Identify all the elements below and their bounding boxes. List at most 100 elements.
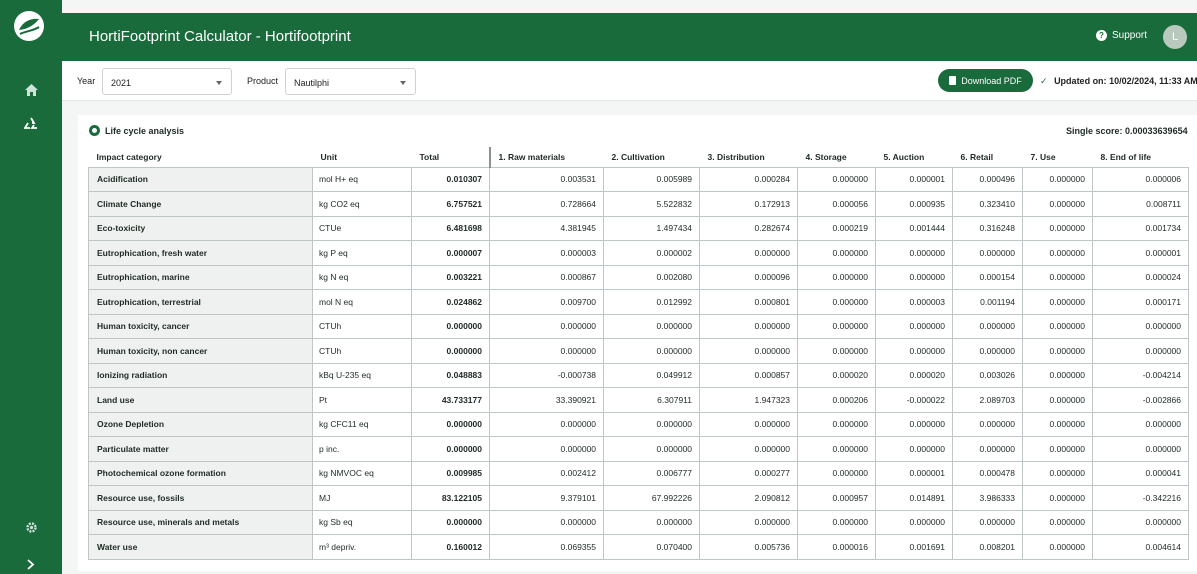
stage-value-cell: 0.000000 <box>1022 436 1093 462</box>
unit-cell: kg N eq <box>312 264 412 290</box>
stage-value-cell: 0.000000 <box>797 338 876 364</box>
chevron-down-icon <box>400 81 406 85</box>
impact-category-cell: Ozone Depletion <box>88 411 313 437</box>
total-cell: 0.000000 <box>411 313 490 339</box>
stage-value-cell: 0.001444 <box>875 215 953 241</box>
check-icon: ✓ <box>1040 76 1048 86</box>
stage-value-cell: 0.000000 <box>797 240 876 266</box>
column-header: 2. Cultivation <box>611 151 665 162</box>
stage-value-cell: 0.000000 <box>797 509 876 535</box>
stage-value-cell: 2.089703 <box>952 387 1023 413</box>
stage-value-cell: 0.003531 <box>489 166 604 192</box>
lca-table: Impact category Unit Total 1. Raw materials… <box>88 147 1189 560</box>
updated-value: 10/02/2024, 11:33 AM <box>1109 76 1197 86</box>
stage-value-cell: 0.014891 <box>875 485 953 511</box>
stage-value-cell: 9.379101 <box>489 485 604 511</box>
stage-value-cell: 0.000478 <box>952 460 1023 486</box>
stage-value-cell: 0.000000 <box>603 338 700 364</box>
support-link[interactable]: ? Support <box>1096 30 1147 41</box>
unit-cell: CTUe <box>312 215 412 241</box>
stage-value-cell: 6.307911 <box>603 387 700 413</box>
impact-category-cell: Human toxicity, non cancer <box>88 338 313 364</box>
stage-value-cell: 0.000000 <box>1092 509 1189 535</box>
product-value: Nautilphi <box>294 78 330 88</box>
gear-icon[interactable] <box>21 517 41 537</box>
column-header: 3. Distribution <box>707 151 765 162</box>
column-header: 7. Use <box>1030 151 1056 162</box>
stage-value-cell: 0.000024 <box>1092 264 1189 290</box>
stage-value-cell: 0.000857 <box>699 362 798 388</box>
stage-value-cell: 0.000000 <box>875 509 953 535</box>
stage-value-cell: 0.000867 <box>489 264 604 290</box>
stage-value-cell: 0.008711 <box>1092 191 1189 217</box>
stage-value-cell: 0.000006 <box>1092 166 1189 192</box>
impact-category-cell: Acidification <box>88 166 313 192</box>
table-body: Acidification mol H+ eq 0.010307 0.003531 0.… <box>88 166 1189 560</box>
stage-value-cell: 0.000000 <box>1022 191 1093 217</box>
year-select[interactable]: 2021 <box>102 68 232 95</box>
stage-value-cell: 0.000000 <box>952 436 1023 462</box>
table-row: Land use Pt 43.733177 33.390921 6.307911 1.94… <box>88 387 1189 413</box>
sidebar <box>0 0 62 574</box>
stage-value-cell: 0.000000 <box>952 509 1023 535</box>
total-cell: 6.757521 <box>411 191 490 217</box>
stage-value-cell: 0.000001 <box>875 166 953 192</box>
stage-value-cell: 0.000003 <box>489 240 604 266</box>
stage-value-cell: 0.000000 <box>875 411 953 437</box>
table-row: Particulate matter p inc. 0.000000 0.000000… <box>88 436 1189 462</box>
stage-value-cell: 4.381945 <box>489 215 604 241</box>
stage-value-cell: 0.000277 <box>699 460 798 486</box>
home-icon[interactable] <box>21 80 41 100</box>
unit-cell: p inc. <box>312 436 412 462</box>
table-row: Ionizing radiation kBq U-235 eq 0.048883 -0… <box>88 362 1189 388</box>
stage-value-cell: 0.172913 <box>699 191 798 217</box>
total-cell: 43.733177 <box>411 387 490 413</box>
table-row: Climate Change kg CO2 eq 6.757521 0.728664 5… <box>88 191 1189 217</box>
total-cell: 0.000000 <box>411 338 490 364</box>
stage-value-cell: -0.002866 <box>1092 387 1189 413</box>
stage-value-cell: 0.002412 <box>489 460 604 486</box>
filter-bar: Year 2021 Product Nautilphi Download PDF… <box>62 61 1197 101</box>
column-header: Impact category <box>96 151 162 162</box>
unit-cell: mol H+ eq <box>312 166 412 192</box>
support-label: Support <box>1112 30 1148 41</box>
stage-value-cell: 0.001194 <box>952 289 1023 315</box>
column-header: 4. Storage <box>805 151 847 162</box>
total-cell: 0.010307 <box>411 166 490 192</box>
table-row: Resource use, minerals and metals kg Sb e… <box>88 509 1189 535</box>
stage-value-cell: 0.000000 <box>797 166 876 192</box>
stage-value-cell: 0.000096 <box>699 264 798 290</box>
stage-value-cell: 0.000154 <box>952 264 1023 290</box>
stage-value-cell: -0.000022 <box>875 387 953 413</box>
product-select[interactable]: Nautilphi <box>285 68 416 95</box>
impact-category-cell: Climate Change <box>88 191 313 217</box>
stage-value-cell: 0.000000 <box>699 338 798 364</box>
stage-value-cell: 0.316248 <box>952 215 1023 241</box>
stage-value-cell: 0.000000 <box>699 509 798 535</box>
unit-cell: mol N eq <box>312 289 412 315</box>
chevron-right-icon[interactable] <box>21 554 41 574</box>
avatar[interactable]: L <box>1163 25 1187 49</box>
download-pdf-button[interactable]: Download PDF <box>938 69 1033 92</box>
stage-value-cell: 0.000000 <box>952 338 1023 364</box>
stage-value-cell: -0.000738 <box>489 362 604 388</box>
table-row: Water use m³ depriv. 0.160012 0.069355 0.070… <box>88 534 1189 560</box>
stage-value-cell: 0.000000 <box>875 313 953 339</box>
column-header: Unit <box>320 151 338 162</box>
stage-value-cell: 0.000016 <box>797 534 876 560</box>
stage-value-cell: 0.000000 <box>1022 166 1093 192</box>
stage-value-cell: 1.947323 <box>699 387 798 413</box>
unit-cell: kg CO2 eq <box>312 191 412 217</box>
total-cell: 6.481698 <box>411 215 490 241</box>
app-logo-icon[interactable] <box>14 11 44 41</box>
stage-value-cell: 0.000002 <box>603 240 700 266</box>
stage-value-cell: 0.000000 <box>1092 411 1189 437</box>
unit-cell: m³ depriv. <box>312 534 412 560</box>
impact-category-cell: Resource use, minerals and metals <box>88 509 313 535</box>
lca-card: Life cycle analysis Single score: 0.0003… <box>78 115 1197 571</box>
stage-value-cell: 0.000003 <box>875 289 953 315</box>
recycle-icon[interactable] <box>21 113 41 133</box>
stage-value-cell: 0.069355 <box>489 534 604 560</box>
table-row: Eutrophication, marine kg N eq 0.003221 0.0… <box>88 264 1189 290</box>
stage-value-cell: 0.000000 <box>1022 534 1093 560</box>
